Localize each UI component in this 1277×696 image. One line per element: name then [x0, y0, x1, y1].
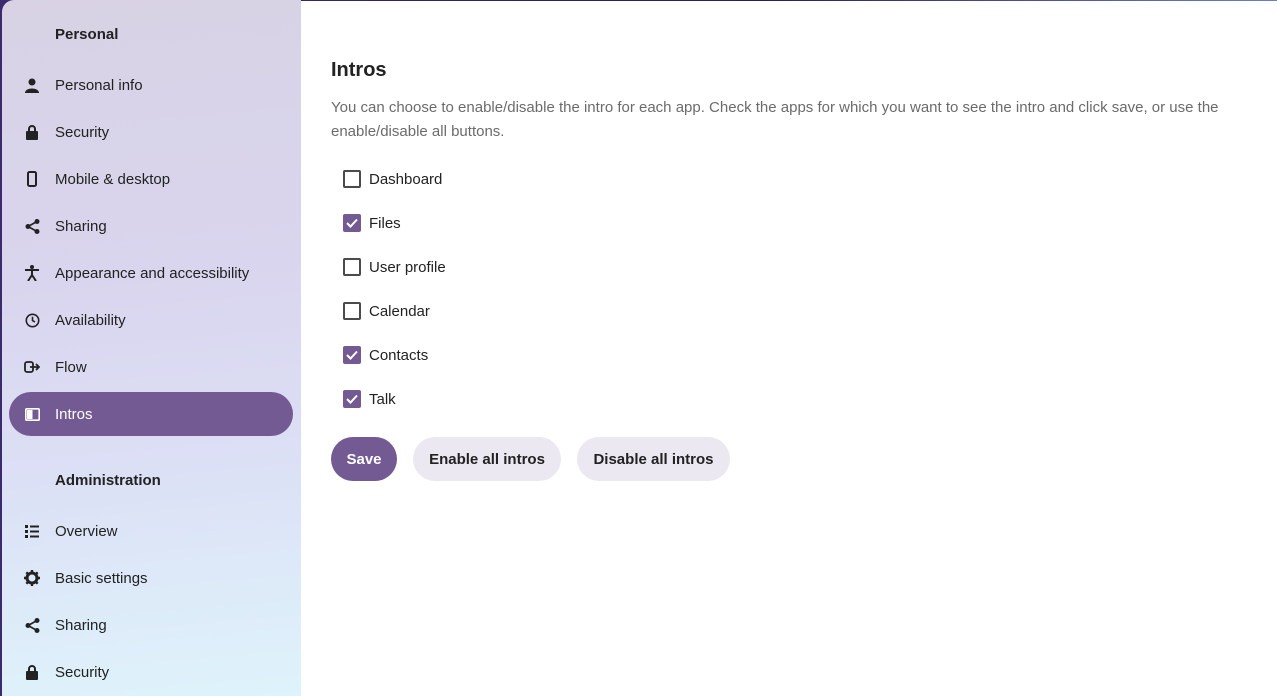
phone-icon — [24, 171, 40, 187]
contacts-checkbox[interactable] — [343, 346, 361, 364]
list-icon — [24, 523, 40, 539]
sidebar-item-admin-security[interactable]: Security — [9, 650, 293, 694]
sidebar-item-basic-settings[interactable]: Basic settings — [9, 556, 293, 600]
sidebar-item-personal-info[interactable]: Personal info — [9, 63, 293, 107]
sidebar-item-flow[interactable]: Flow — [9, 345, 293, 389]
gear-icon — [24, 570, 40, 586]
sidebar-item-label: Appearance and accessibility — [55, 264, 250, 282]
share-icon — [24, 617, 40, 633]
lock-icon — [24, 664, 40, 680]
save-button[interactable]: Save — [331, 437, 397, 481]
share-icon — [24, 218, 40, 234]
sidebar-item-label: Sharing — [55, 616, 107, 634]
accessibility-icon — [24, 265, 40, 281]
sidebar-item-sharing[interactable]: Sharing — [9, 204, 293, 248]
talk-checkbox[interactable] — [343, 390, 361, 408]
sidebar-item-intros[interactable]: Intros — [9, 392, 293, 436]
sidebar-item-label: Overview — [55, 522, 118, 540]
sidebar-item-label: Flow — [55, 358, 87, 376]
intros-description: You can choose to enable/disable the int… — [331, 99, 1219, 140]
settings-sidebar: Personal Personal info Security Mobile &… — [2, 0, 301, 696]
calendar-checkbox[interactable] — [343, 302, 361, 320]
sidebar-item-label: Security — [55, 123, 110, 141]
page-title: Intros — [331, 59, 387, 81]
dashboard-checkbox[interactable] — [343, 170, 361, 188]
checkbox-row-dashboard[interactable]: Dashboard — [343, 167, 442, 191]
checkbox-row-user-profile[interactable]: User profile — [343, 255, 446, 279]
sidebar-item-label: Sharing — [55, 217, 107, 235]
checkbox-label: Contacts — [369, 346, 429, 364]
disable-all-intros-button[interactable]: Disable all intros — [577, 437, 730, 481]
sidebar-item-label: Intros — [55, 405, 93, 423]
user-profile-checkbox[interactable] — [343, 258, 361, 276]
sidebar-item-overview[interactable]: Overview — [9, 509, 293, 553]
files-checkbox[interactable] — [343, 214, 361, 232]
checkbox-row-calendar[interactable]: Calendar — [343, 299, 430, 323]
checkbox-row-talk[interactable]: Talk — [343, 387, 396, 411]
checkbox-label: User profile — [369, 258, 446, 276]
enable-all-intros-button[interactable]: Enable all intros — [413, 437, 561, 481]
checkbox-label: Files — [369, 214, 401, 232]
personal-section-caption: Personal — [55, 26, 119, 43]
sidebar-item-mobile-desktop[interactable]: Mobile & desktop — [9, 157, 293, 201]
intros-settings-panel: Intros You can choose to enable/disable … — [301, 1, 1277, 696]
checkbox-label: Dashboard — [369, 170, 443, 188]
sidebar-item-security[interactable]: Security — [9, 110, 293, 154]
sidebar-item-label: Mobile & desktop — [55, 170, 171, 188]
flow-icon — [24, 359, 40, 375]
lock-icon — [24, 124, 40, 140]
sidebar-item-label: Basic settings — [55, 569, 148, 587]
sidebar-item-label: Security — [55, 663, 110, 681]
sidebar-item-appearance[interactable]: Appearance and accessibility — [9, 251, 293, 295]
checkbox-row-contacts[interactable]: Contacts — [343, 343, 428, 367]
book-icon — [24, 406, 40, 422]
clock-icon — [24, 312, 40, 328]
checkbox-row-files[interactable]: Files — [343, 211, 401, 235]
person-icon — [24, 77, 40, 93]
sidebar-item-label: Personal info — [55, 76, 143, 94]
administration-section-caption: Administration — [55, 472, 161, 489]
checkbox-label: Calendar — [369, 302, 430, 320]
sidebar-item-availability[interactable]: Availability — [9, 298, 293, 342]
checkbox-label: Talk — [369, 390, 396, 408]
sidebar-item-admin-sharing[interactable]: Sharing — [9, 603, 293, 647]
sidebar-item-label: Availability — [55, 311, 126, 329]
